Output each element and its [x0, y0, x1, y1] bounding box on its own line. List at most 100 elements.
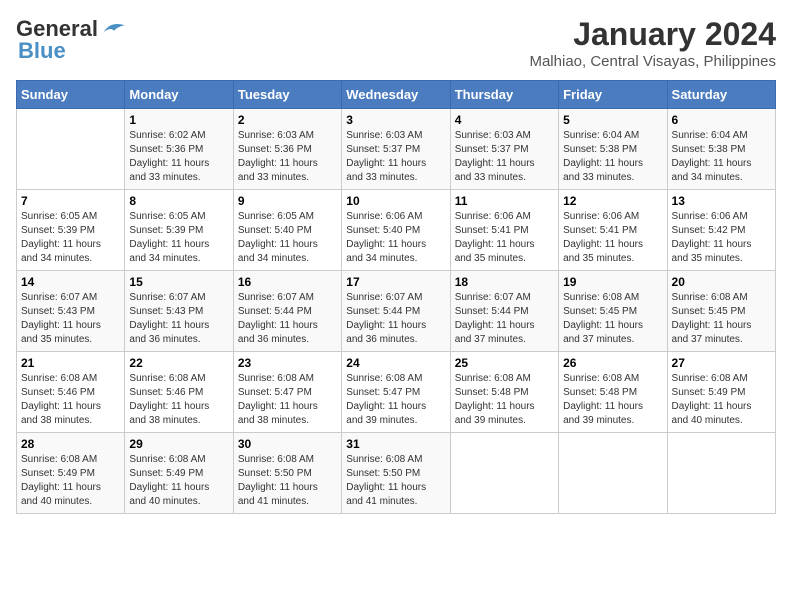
- day-number: 18: [455, 275, 554, 289]
- day-info: Sunrise: 6:03 AMSunset: 5:36 PMDaylight:…: [238, 129, 337, 185]
- day-number: 6: [672, 113, 771, 127]
- calendar-week-row: 14 Sunrise: 6:07 AMSunset: 5:43 PMDayligh…: [17, 271, 776, 352]
- day-number: 31: [346, 437, 445, 451]
- day-info: Sunrise: 6:08 AMSunset: 5:49 PMDaylight:…: [129, 453, 228, 509]
- table-row: 16Sunrise: 6:07 AMSunset: 5:44 PMDayligh…: [233, 271, 341, 352]
- day-info: Sunrise: 6:08 AMSunset: 5:46 PMDaylight:…: [129, 372, 228, 428]
- day-info: Sunrise: 6:07 AMSunset: 5:44 PMDaylight:…: [238, 291, 337, 347]
- day-info: Sunrise: 6:07 AMSunset: 5:44 PMDaylight:…: [455, 291, 554, 347]
- day-number: 5: [563, 113, 662, 127]
- calendar-week-row: 28Sunrise: 6:08 AMSunset: 5:49 PMDayligh…: [17, 433, 776, 514]
- table-row: 9 Sunrise: 6:05 AMSunset: 5:40 PMDaylight…: [233, 190, 341, 271]
- day-info: Sunrise: 6:08 AMSunset: 5:49 PMDaylight:…: [672, 372, 771, 428]
- table-row: 21 Sunrise: 6:08 AMSunset: 5:46 PMDayligh…: [17, 352, 125, 433]
- day-number: 13: [672, 194, 771, 208]
- day-info: Sunrise: 6:06 AMSunset: 5:41 PMDaylight:…: [563, 210, 662, 266]
- col-monday: Monday: [125, 81, 233, 109]
- table-row: 12 Sunrise: 6:06 AMSunset: 5:41 PMDayligh…: [559, 190, 667, 271]
- day-number: 30: [238, 437, 337, 451]
- day-number: 24: [346, 356, 445, 370]
- day-info: Sunrise: 6:08 AMSunset: 5:50 PMDaylight:…: [238, 453, 337, 509]
- table-row: 31 Sunrise: 6:08 AMSunset: 5:50 PMDayligh…: [342, 433, 450, 514]
- table-row: 25 Sunrise: 6:08 AMSunset: 5:48 PMDayligh…: [450, 352, 558, 433]
- day-info: Sunrise: 6:07 AMSunset: 5:43 PMDaylight:…: [129, 291, 228, 347]
- calendar-table: Sunday Monday Tuesday Wednesday Thursday…: [16, 80, 776, 514]
- table-row: 13Sunrise: 6:06 AMSunset: 5:42 PMDayligh…: [667, 190, 775, 271]
- table-row: 3Sunrise: 6:03 AMSunset: 5:37 PMDaylight…: [342, 109, 450, 190]
- day-info: Sunrise: 6:08 AMSunset: 5:45 PMDaylight:…: [563, 291, 662, 347]
- table-row: 5 Sunrise: 6:04 AMSunset: 5:38 PMDaylight…: [559, 109, 667, 190]
- day-info: Sunrise: 6:02 AMSunset: 5:36 PMDaylight:…: [129, 129, 228, 185]
- day-info: Sunrise: 6:04 AMSunset: 5:38 PMDaylight:…: [672, 129, 771, 185]
- table-row: [667, 433, 775, 514]
- day-info: Sunrise: 6:05 AMSunset: 5:39 PMDaylight:…: [129, 210, 228, 266]
- day-info: Sunrise: 6:08 AMSunset: 5:48 PMDaylight:…: [563, 372, 662, 428]
- col-tuesday: Tuesday: [233, 81, 341, 109]
- title-block: January 2024 Malhiao, Central Visayas, P…: [529, 16, 776, 70]
- day-number: 17: [346, 275, 445, 289]
- day-info: Sunrise: 6:06 AMSunset: 5:40 PMDaylight:…: [346, 210, 445, 266]
- day-number: 25: [455, 356, 554, 370]
- day-info: Sunrise: 6:08 AMSunset: 5:48 PMDaylight:…: [455, 372, 554, 428]
- day-info: Sunrise: 6:05 AMSunset: 5:40 PMDaylight:…: [238, 210, 337, 266]
- day-info: Sunrise: 6:05 AMSunset: 5:39 PMDaylight:…: [21, 210, 120, 266]
- logo-blue: Blue: [18, 38, 66, 64]
- table-row: 4Sunrise: 6:03 AMSunset: 5:37 PMDaylight…: [450, 109, 558, 190]
- day-number: 11: [455, 194, 554, 208]
- table-row: 7Sunrise: 6:05 AMSunset: 5:39 PMDaylight…: [17, 190, 125, 271]
- table-row: 14 Sunrise: 6:07 AMSunset: 5:43 PMDayligh…: [17, 271, 125, 352]
- table-row: 17 Sunrise: 6:07 AMSunset: 5:44 PMDayligh…: [342, 271, 450, 352]
- table-row: [17, 109, 125, 190]
- table-row: 26 Sunrise: 6:08 AMSunset: 5:48 PMDayligh…: [559, 352, 667, 433]
- table-row: 28Sunrise: 6:08 AMSunset: 5:49 PMDayligh…: [17, 433, 125, 514]
- page-subtitle: Malhiao, Central Visayas, Philippines: [529, 53, 776, 70]
- day-number: 26: [563, 356, 662, 370]
- day-info: Sunrise: 6:03 AMSunset: 5:37 PMDaylight:…: [455, 129, 554, 185]
- calendar-week-row: 7Sunrise: 6:05 AMSunset: 5:39 PMDaylight…: [17, 190, 776, 271]
- day-number: 19: [563, 275, 662, 289]
- table-row: 27 Sunrise: 6:08 AMSunset: 5:49 PMDayligh…: [667, 352, 775, 433]
- table-row: 29Sunrise: 6:08 AMSunset: 5:49 PMDayligh…: [125, 433, 233, 514]
- logo: General Blue: [16, 16, 128, 64]
- day-info: Sunrise: 6:08 AMSunset: 5:46 PMDaylight:…: [21, 372, 120, 428]
- day-number: 14: [21, 275, 120, 289]
- day-info: Sunrise: 6:06 AMSunset: 5:41 PMDaylight:…: [455, 210, 554, 266]
- day-number: 21: [21, 356, 120, 370]
- table-row: 22 Sunrise: 6:08 AMSunset: 5:46 PMDayligh…: [125, 352, 233, 433]
- day-info: Sunrise: 6:04 AMSunset: 5:38 PMDaylight:…: [563, 129, 662, 185]
- day-number: 9: [238, 194, 337, 208]
- day-number: 12: [563, 194, 662, 208]
- table-row: 10 Sunrise: 6:06 AMSunset: 5:40 PMDayligh…: [342, 190, 450, 271]
- table-row: 19 Sunrise: 6:08 AMSunset: 5:45 PMDayligh…: [559, 271, 667, 352]
- day-info: Sunrise: 6:08 AMSunset: 5:47 PMDaylight:…: [238, 372, 337, 428]
- table-row: 1Sunrise: 6:02 AMSunset: 5:36 PMDaylight…: [125, 109, 233, 190]
- day-info: Sunrise: 6:03 AMSunset: 5:37 PMDaylight:…: [346, 129, 445, 185]
- day-info: Sunrise: 6:08 AMSunset: 5:49 PMDaylight:…: [21, 453, 120, 509]
- table-row: 8Sunrise: 6:05 AMSunset: 5:39 PMDaylight…: [125, 190, 233, 271]
- day-info: Sunrise: 6:08 AMSunset: 5:50 PMDaylight:…: [346, 453, 445, 509]
- day-number: 22: [129, 356, 228, 370]
- table-row: 11 Sunrise: 6:06 AMSunset: 5:41 PMDayligh…: [450, 190, 558, 271]
- day-number: 27: [672, 356, 771, 370]
- day-info: Sunrise: 6:08 AMSunset: 5:45 PMDaylight:…: [672, 291, 771, 347]
- calendar-week-row: 21 Sunrise: 6:08 AMSunset: 5:46 PMDayligh…: [17, 352, 776, 433]
- calendar-week-row: 1Sunrise: 6:02 AMSunset: 5:36 PMDaylight…: [17, 109, 776, 190]
- table-row: 20Sunrise: 6:08 AMSunset: 5:45 PMDayligh…: [667, 271, 775, 352]
- col-wednesday: Wednesday: [342, 81, 450, 109]
- calendar-header-row: Sunday Monday Tuesday Wednesday Thursday…: [17, 81, 776, 109]
- table-row: [559, 433, 667, 514]
- col-friday: Friday: [559, 81, 667, 109]
- table-row: 6 Sunrise: 6:04 AMSunset: 5:38 PMDaylight…: [667, 109, 775, 190]
- table-row: 30 Sunrise: 6:08 AMSunset: 5:50 PMDayligh…: [233, 433, 341, 514]
- table-row: [450, 433, 558, 514]
- table-row: 18 Sunrise: 6:07 AMSunset: 5:44 PMDayligh…: [450, 271, 558, 352]
- day-number: 23: [238, 356, 337, 370]
- day-info: Sunrise: 6:08 AMSunset: 5:47 PMDaylight:…: [346, 372, 445, 428]
- day-number: 10: [346, 194, 445, 208]
- table-row: 24 Sunrise: 6:08 AMSunset: 5:47 PMDayligh…: [342, 352, 450, 433]
- table-row: 2Sunrise: 6:03 AMSunset: 5:36 PMDaylight…: [233, 109, 341, 190]
- day-info: Sunrise: 6:07 AMSunset: 5:43 PMDaylight:…: [21, 291, 120, 347]
- col-saturday: Saturday: [667, 81, 775, 109]
- col-thursday: Thursday: [450, 81, 558, 109]
- day-info: Sunrise: 6:07 AMSunset: 5:44 PMDaylight:…: [346, 291, 445, 347]
